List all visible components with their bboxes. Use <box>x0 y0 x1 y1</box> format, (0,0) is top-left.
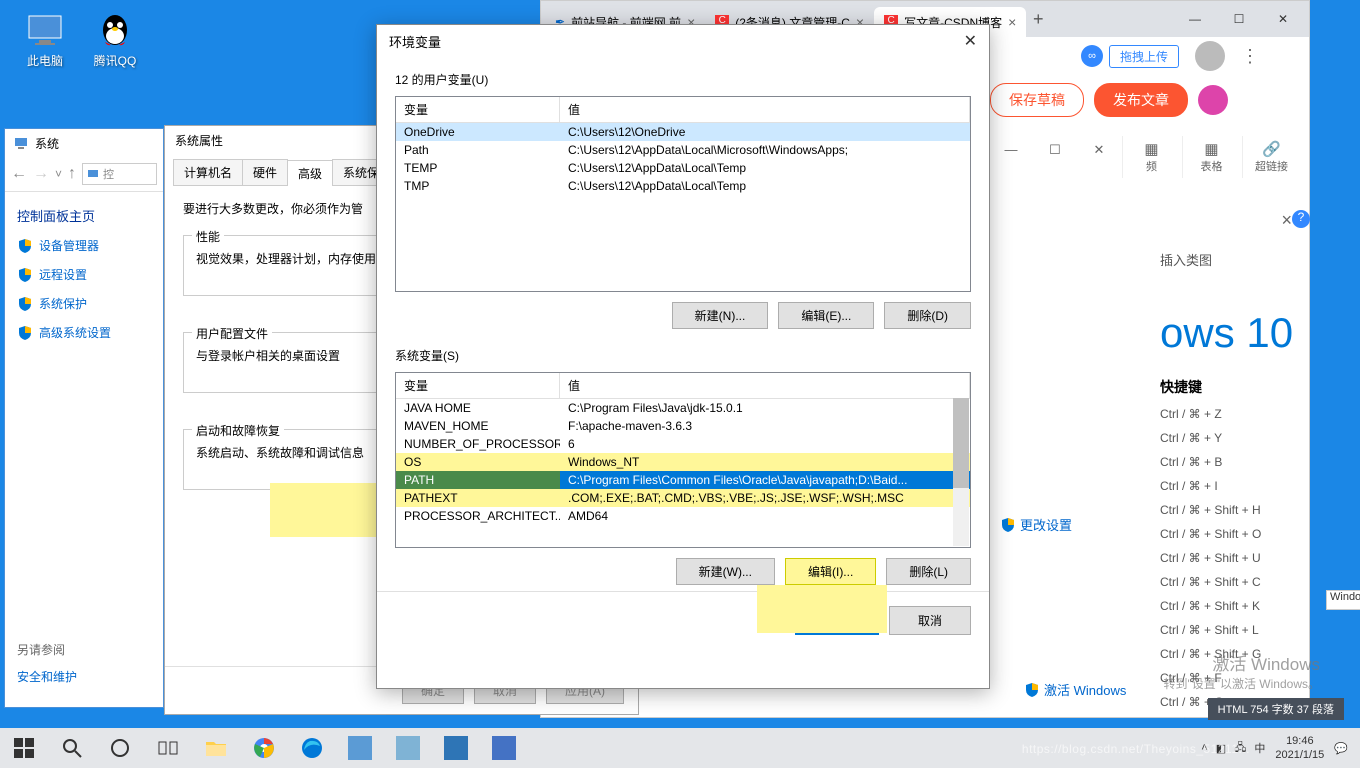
shortcut-item: Ctrl / ⌘ + Shift + K <box>1160 599 1340 613</box>
table-row[interactable]: OneDriveC:\Users\12\OneDrive <box>396 123 970 141</box>
help-icon[interactable]: ? <box>1292 210 1310 228</box>
editor-status-bar: HTML 754 字数 37 段落 <box>1208 698 1344 720</box>
scrollbar[interactable] <box>953 398 969 546</box>
start-button[interactable] <box>0 728 48 768</box>
user-avatar-icon[interactable] <box>1195 41 1225 71</box>
table-row[interactable]: PathC:\Users\12\AppData\Local\Microsoft\… <box>396 141 970 159</box>
app-icon-2[interactable] <box>384 728 432 768</box>
security-maintenance-link[interactable]: 安全和维护 <box>17 668 77 685</box>
table-row[interactable]: PATHC:\Program Files\Common Files\Oracle… <box>396 471 970 489</box>
shortcuts-heading: 快捷键 <box>1160 377 1340 397</box>
activate-windows-link[interactable]: 激活 Windows <box>1024 680 1126 699</box>
edge-icon[interactable] <box>288 728 336 768</box>
qq-label: 腾讯QQ <box>94 54 137 68</box>
control-panel-home[interactable]: 控制面板主页 <box>5 192 163 231</box>
back-icon[interactable]: ← <box>11 165 27 183</box>
shortcut-item: Ctrl / ⌘ + Shift + O <box>1160 527 1340 541</box>
app-icon-3[interactable] <box>432 728 480 768</box>
shortcut-item: Ctrl / ⌘ + Shift + U <box>1160 551 1340 565</box>
environment-variables-dialog: 环境变量 ✕ 12 的用户变量(U) 变量值 OneDriveC:\Users\… <box>376 24 990 689</box>
baidu-cloud-icon[interactable]: ∞ <box>1081 45 1103 67</box>
cortana-icon[interactable] <box>96 728 144 768</box>
sys-new-button[interactable]: 新建(W)... <box>676 558 775 585</box>
shortcut-item: Ctrl / ⌘ + I <box>1160 479 1340 493</box>
search-icon[interactable] <box>48 728 96 768</box>
sys-vars-heading: 系统变量(S) <box>395 347 971 364</box>
history-icon[interactable]: ˅ <box>55 167 62 181</box>
address-bar[interactable]: 控 <box>82 163 157 185</box>
shortcut-item: Ctrl / ⌘ + Shift + H <box>1160 503 1340 517</box>
panel-close-icon[interactable]: × <box>1281 210 1292 231</box>
table-row[interactable]: TEMPC:\Users\12\AppData\Local\Temp <box>396 159 970 177</box>
csdn-avatar-icon[interactable] <box>1198 85 1228 115</box>
sub-minimize-icon[interactable]: — <box>990 136 1032 164</box>
activation-watermark: 激活 Windows 转到"设置"以激活 Windows。 <box>1163 650 1320 692</box>
cp-link[interactable]: 设备管理器 <box>5 231 163 260</box>
thispc-label: 此电脑 <box>27 54 63 68</box>
url-overlay: https://blog.csdn.net/Theyoins_51211... <box>1022 742 1250 756</box>
change-settings-link[interactable]: 更改设置 <box>1000 515 1072 534</box>
user-delete-button[interactable]: 删除(D) <box>884 302 971 329</box>
table-row[interactable]: MAVEN_HOMEF:\apache-maven-3.6.3 <box>396 417 970 435</box>
table-row[interactable]: TMPC:\Users\12\AppData\Local\Temp <box>396 177 970 195</box>
table-row[interactable]: NUMBER_OF_PROCESSORS6 <box>396 435 970 453</box>
system-window: 系统 ← → ˅ ↑ 控 控制面板主页 设备管理器远程设置系统保护高级系统设置 … <box>4 128 164 708</box>
new-tab-button[interactable]: + <box>1026 9 1050 30</box>
close-icon[interactable]: ✕ <box>1261 4 1305 34</box>
save-draft-button[interactable]: 保存草稿 <box>990 83 1084 117</box>
maximize-icon[interactable]: ☐ <box>1217 4 1261 34</box>
shortcut-item: Ctrl / ⌘ + Y <box>1160 431 1340 445</box>
shortcut-item: Ctrl / ⌘ + Shift + L <box>1160 623 1340 637</box>
env-cancel-button[interactable]: 取消 <box>889 606 971 635</box>
user-vars-table[interactable]: 变量值 OneDriveC:\Users\12\OneDrivePathC:\U… <box>395 96 971 292</box>
see-also-label: 另请参阅 <box>17 641 77 658</box>
taskview-icon[interactable] <box>144 728 192 768</box>
table-row[interactable]: OSWindows_NT <box>396 453 970 471</box>
shortcut-item: Ctrl / ⌘ + B <box>1160 455 1340 469</box>
user-new-button[interactable]: 新建(N)... <box>672 302 769 329</box>
clock[interactable]: 19:46 2021/1/15 <box>1275 734 1324 763</box>
tray-ime-icon[interactable]: 中 <box>1254 740 1265 756</box>
sub-close-icon[interactable]: ✕ <box>1078 136 1120 164</box>
app-icon-4[interactable] <box>480 728 528 768</box>
user-vars-heading: 12 的用户变量(U) <box>395 71 971 88</box>
sys-vars-table[interactable]: 变量值 JAVA HOMEC:\Program Files\Java\jdk-1… <box>395 372 971 548</box>
cp-link[interactable]: 高级系统设置 <box>5 318 163 347</box>
shortcut-item: Ctrl / ⌘ + Shift + C <box>1160 575 1340 589</box>
tool-link[interactable]: 🔗超链接 <box>1242 136 1300 178</box>
tab-hardware[interactable]: 硬件 <box>242 159 288 185</box>
tool-table[interactable]: ▦表格 <box>1182 136 1240 178</box>
qq-icon[interactable] <box>95 10 135 50</box>
insert-diagram-label: 插入类图 <box>1160 250 1340 269</box>
forward-icon: → <box>33 165 49 183</box>
window-peek[interactable]: Window <box>1326 590 1360 610</box>
windows10-text: ows 10 <box>1160 309 1340 357</box>
publish-button[interactable]: 发布文章 <box>1094 83 1188 117</box>
table-row[interactable]: PATHEXT.COM;.EXE;.BAT;.CMD;.VBS;.VBE;.JS… <box>396 489 970 507</box>
shortcut-item: Ctrl / ⌘ + Z <box>1160 407 1340 421</box>
baidu-upload-button[interactable]: 拖拽上传 <box>1109 45 1179 68</box>
minimize-icon[interactable]: — <box>1173 4 1217 34</box>
env-title: 环境变量 <box>389 32 441 51</box>
sys-edit-button[interactable]: 编辑(I)... <box>785 558 876 585</box>
close-icon[interactable]: × <box>1008 14 1016 30</box>
tab-computer-name[interactable]: 计算机名 <box>173 159 243 185</box>
up-icon[interactable]: ↑ <box>68 165 76 183</box>
explorer-icon[interactable] <box>192 728 240 768</box>
sub-maximize-icon[interactable]: ☐ <box>1034 136 1076 164</box>
more-menu-icon[interactable]: ⋮ <box>1241 46 1259 67</box>
sys-delete-button[interactable]: 删除(L) <box>886 558 971 585</box>
cp-link[interactable]: 远程设置 <box>5 260 163 289</box>
app-icon-1[interactable] <box>336 728 384 768</box>
chrome-icon[interactable] <box>240 728 288 768</box>
thispc-icon[interactable] <box>25 10 65 50</box>
cp-link[interactable]: 系统保护 <box>5 289 163 318</box>
table-row[interactable]: PROCESSOR_ARCHITECT...AMD64 <box>396 507 970 525</box>
tool-video[interactable]: ▦频 <box>1122 136 1180 178</box>
tab-advanced[interactable]: 高级 <box>287 160 333 186</box>
notifications-icon[interactable]: 💬 <box>1334 742 1348 755</box>
table-row[interactable]: JAVA HOMEC:\Program Files\Java\jdk-15.0.… <box>396 399 970 417</box>
user-edit-button[interactable]: 编辑(E)... <box>778 302 874 329</box>
close-icon[interactable]: ✕ <box>964 31 977 51</box>
